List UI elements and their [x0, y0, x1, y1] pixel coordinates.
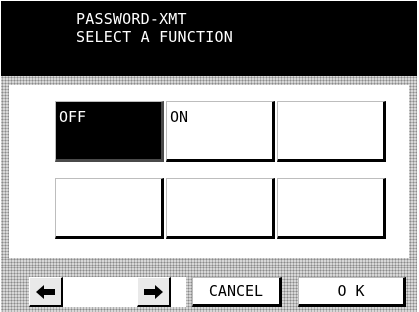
bottom-toolbar: CANCEL O K	[1, 266, 417, 312]
on-button-label: ON	[170, 108, 189, 126]
on-button[interactable]: ON	[166, 101, 275, 162]
empty-button-3[interactable]	[277, 101, 386, 162]
off-button[interactable]: OFF	[55, 101, 164, 162]
title-bar: PASSWORD-XMT SELECT A FUNCTION	[1, 1, 417, 76]
ok-button[interactable]: O K	[298, 277, 406, 307]
off-button-label: OFF	[59, 108, 87, 126]
empty-button-4[interactable]	[55, 178, 164, 239]
function-title: PASSWORD-XMT	[76, 10, 187, 28]
cancel-button[interactable]: CANCEL	[192, 277, 282, 307]
instruction-text: SELECT A FUNCTION	[76, 28, 233, 46]
arrow-right-icon	[144, 285, 163, 299]
button-panel: OFF ON	[1, 85, 417, 258]
empty-button-6[interactable]	[277, 178, 386, 239]
page-navigation	[29, 277, 186, 307]
fax-function-screen: PASSWORD-XMT SELECT A FUNCTION OFF ON CA…	[0, 0, 419, 312]
bottom-divider	[1, 258, 417, 266]
empty-button-5[interactable]	[166, 178, 275, 239]
back-button[interactable]	[29, 277, 63, 307]
arrow-left-icon	[36, 285, 55, 299]
top-divider	[1, 76, 417, 85]
forward-button[interactable]	[137, 277, 171, 307]
navigation-spacer	[63, 277, 137, 307]
